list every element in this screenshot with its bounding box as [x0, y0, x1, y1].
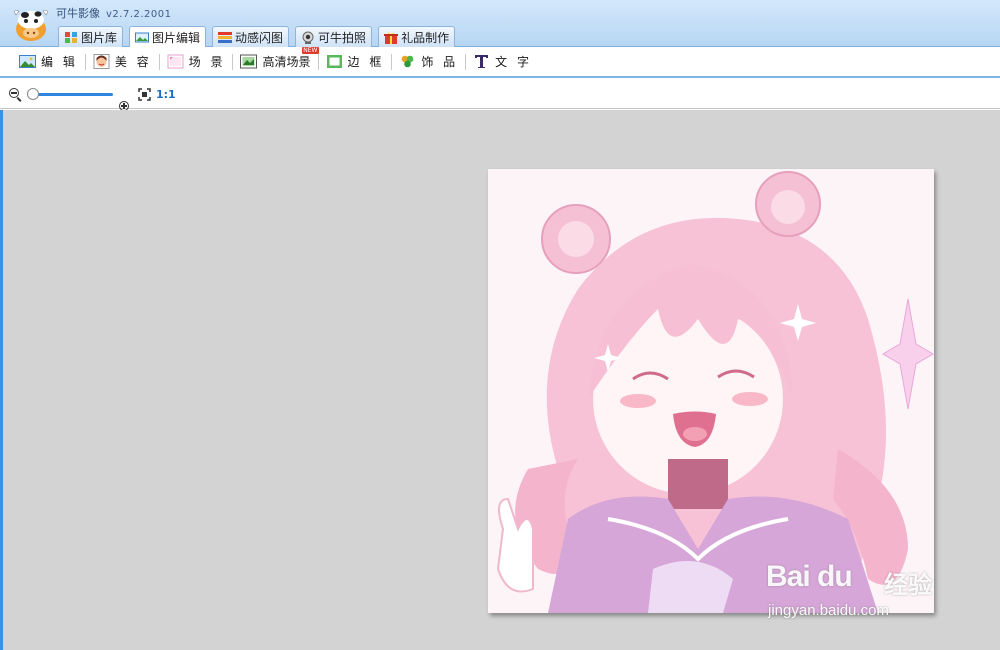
- fit-to-window-icon[interactable]: [138, 88, 151, 101]
- zoom-slider-thumb[interactable]: [27, 88, 39, 100]
- landscape-icon: [19, 54, 36, 69]
- tab-webcam[interactable]: 可牛拍照: [295, 26, 373, 47]
- clover-icon: [399, 54, 416, 69]
- tool-text-label: 文 字: [495, 55, 532, 69]
- tool-accessory[interactable]: 饰 品: [392, 51, 465, 73]
- tab-flash-gif-label: 动感闪图: [235, 30, 284, 45]
- tab-flash-gif[interactable]: 动感闪图: [212, 26, 290, 47]
- new-badge: NEW: [302, 47, 319, 54]
- tab-gallery[interactable]: 图片库: [58, 26, 124, 47]
- gallery-icon: [64, 31, 78, 44]
- tab-gift-label: 礼品制作: [401, 30, 450, 45]
- tool-frame-label: 边 框: [347, 55, 385, 69]
- tool-scene-label: 场 景: [188, 55, 226, 69]
- actual-size-button[interactable]: 1:1: [156, 88, 176, 101]
- frame-icon: [326, 54, 343, 69]
- text-t-icon: [473, 54, 490, 69]
- tab-gallery-label: 图片库: [81, 30, 118, 45]
- tool-text[interactable]: 文 字: [466, 51, 539, 73]
- main-tab-bar: 图片库 图片编辑 动感闪图 可牛拍照 礼品制作: [58, 26, 456, 48]
- watermark-url: jingyan.baidu.com: [768, 602, 889, 619]
- webcam-icon: [301, 31, 315, 44]
- tool-hd-scene-label: 高清场景: [262, 55, 311, 69]
- watermark-brand-cn: 经验: [884, 571, 932, 599]
- flash-gif-icon: [218, 31, 233, 44]
- anime-girl-illustration: [488, 169, 934, 613]
- face-icon: [93, 54, 110, 69]
- app-version: v2.7.2.2001: [106, 9, 172, 20]
- title-bar: 可牛影像 v2.7.2.2001 图片库 图片编辑 动感闪图 可牛拍照 礼品制作: [0, 0, 1000, 48]
- tool-beauty-label: 美 容: [114, 55, 152, 69]
- tab-image-edit[interactable]: 图片编辑: [129, 26, 207, 48]
- tab-webcam-label: 可牛拍照: [318, 30, 367, 45]
- zoom-out-icon[interactable]: [9, 88, 22, 102]
- tool-beauty[interactable]: 美 容: [86, 51, 159, 73]
- tab-gift[interactable]: 礼品制作: [378, 26, 456, 47]
- app-title: 可牛影像 v2.7.2.2001: [56, 5, 172, 21]
- gift-icon: [384, 31, 399, 44]
- edited-photo[interactable]: [488, 169, 934, 613]
- edit-toolbar: 编 辑 美 容 场 景 高清场景 NEW 边 框 饰 品 文 字: [0, 47, 1000, 78]
- tool-accessory-label: 饰 品: [421, 55, 459, 69]
- zoom-bar: 1:1: [0, 80, 1000, 115]
- app-name: 可牛影像: [56, 7, 100, 20]
- hd-scene-icon: [240, 54, 258, 69]
- tool-edit-label: 编 辑: [41, 55, 78, 69]
- tool-edit[interactable]: 编 辑: [12, 51, 85, 73]
- watermark-brand: Bai du: [766, 560, 853, 593]
- tool-scene[interactable]: 场 景: [160, 51, 233, 73]
- zoom-slider-track[interactable]: [27, 93, 113, 96]
- cow-logo-icon: [14, 10, 48, 41]
- tool-frame[interactable]: 边 框: [319, 51, 392, 73]
- scene-icon: [167, 54, 184, 69]
- baidu-watermark: Bai du 经验 jingyan.baidu.com: [766, 560, 946, 630]
- tool-hd-scene-text: 高清场景 NEW: [262, 47, 319, 70]
- tool-hd-scene[interactable]: 高清场景 NEW: [233, 47, 319, 73]
- image-edit-icon: [135, 31, 150, 44]
- tab-image-edit-label: 图片编辑: [152, 31, 201, 45]
